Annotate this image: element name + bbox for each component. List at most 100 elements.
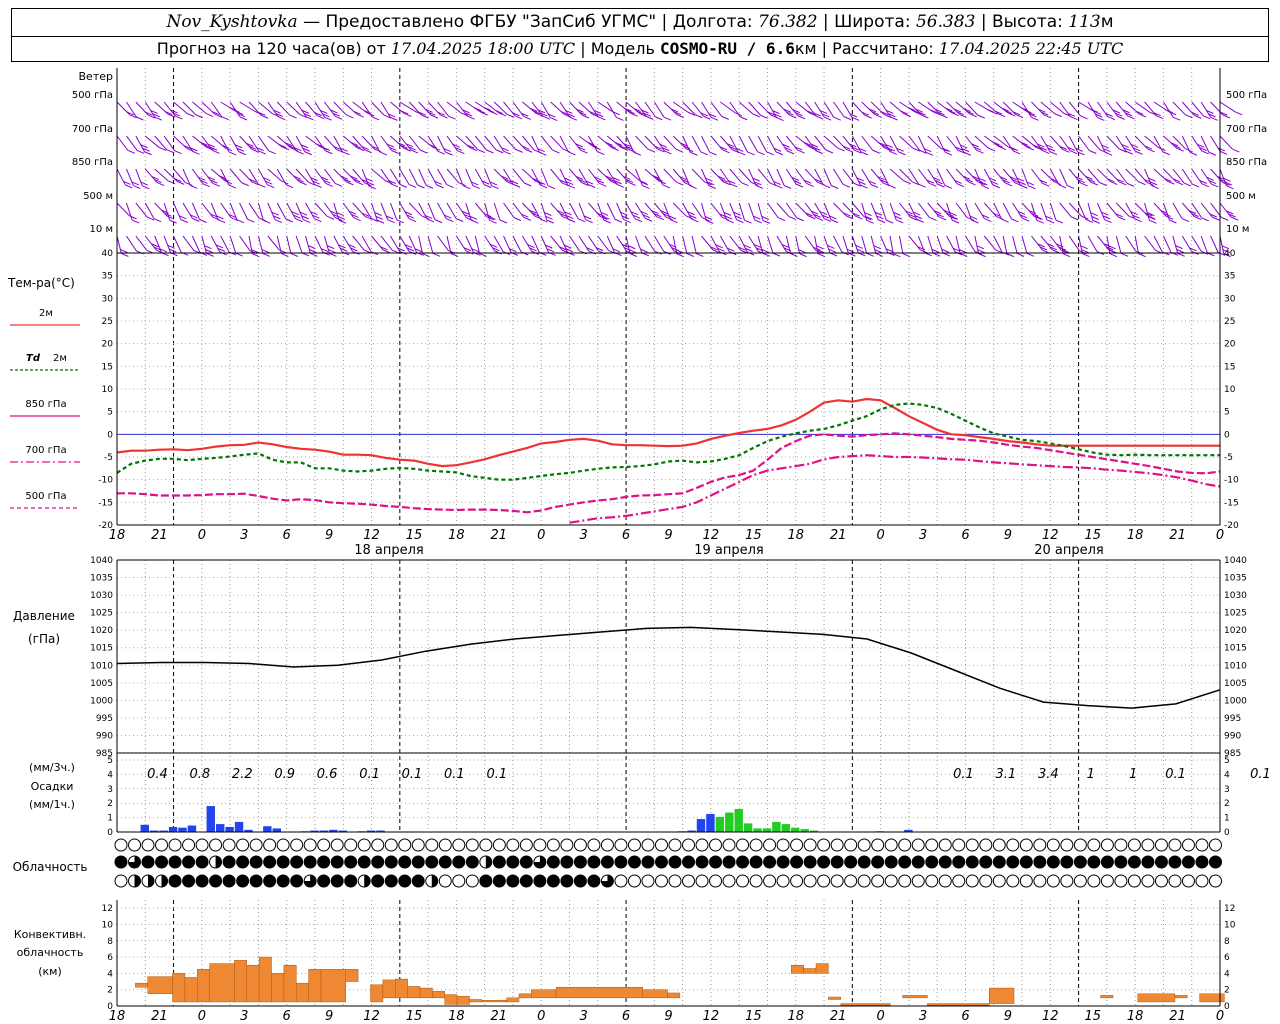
conv-y-tick: 8 <box>107 937 113 947</box>
wind-barb-feather <box>670 219 678 224</box>
wind-barb <box>983 235 997 251</box>
wind-barb <box>729 101 741 118</box>
wind-barb <box>201 202 214 218</box>
prec-y-tick: 4 <box>107 770 113 780</box>
cloud-cover-icon <box>898 855 912 869</box>
cloud-cover-icon <box>709 874 723 888</box>
cloud-cover-icon <box>1208 855 1222 869</box>
wind-barb <box>1191 168 1203 185</box>
temp-y-tick: 10 <box>102 385 114 395</box>
convective-bar <box>840 1003 891 1006</box>
wind-barb <box>521 235 533 252</box>
wind-barb-feather <box>568 151 576 156</box>
convective-bar <box>432 991 446 999</box>
cloud-cover-icon <box>290 874 304 888</box>
wind-barb <box>361 202 372 219</box>
wind-barb <box>135 168 143 186</box>
wind-barb <box>720 101 736 114</box>
temp-y-tick: 35 <box>102 272 113 282</box>
cloud-cover-icon <box>357 838 371 852</box>
cloud-cover-icon <box>803 855 817 869</box>
wind-barb-feather <box>843 116 852 121</box>
convective-bar <box>271 973 285 1003</box>
wind-barb <box>257 168 268 185</box>
precip-bar <box>753 828 762 832</box>
wind-barb-feather <box>329 252 337 257</box>
wind-barb-feather <box>932 252 941 257</box>
cloud-cover-icon <box>952 838 966 852</box>
wind-level-label-right: 500 м <box>1226 191 1256 202</box>
wind-barb-feather <box>262 252 271 257</box>
conv-y-tick-right: 2 <box>1224 986 1230 996</box>
wind-barb <box>578 168 589 185</box>
cloud-cover-icon <box>1168 855 1182 869</box>
cloud-cover-icon <box>695 838 709 852</box>
wind-barb-feather <box>1062 148 1070 153</box>
cloud-cover-icon <box>587 838 601 852</box>
precip-bar <box>781 824 791 832</box>
wind-barb-feather <box>346 181 354 186</box>
wind-barb-feather <box>1208 151 1217 156</box>
wind-barb <box>1144 235 1156 251</box>
hour-tick-label: 0 <box>537 528 545 543</box>
cloud-cover-icon <box>317 874 331 888</box>
wind-barb-feather <box>762 252 771 257</box>
wind-barb <box>305 235 311 254</box>
cloud-cover-icon <box>371 874 385 888</box>
cloud-cover-icon <box>506 874 520 888</box>
wind-barb <box>701 168 710 186</box>
prec-y-tick-right: 1 <box>1224 814 1230 824</box>
wind-barb-feather <box>951 219 960 224</box>
wind-barb-feather <box>1092 219 1100 224</box>
pres-y-tick: 1000 <box>90 696 113 706</box>
wind-barb-feather <box>1104 219 1112 224</box>
wind-barb-feather <box>1062 253 1071 258</box>
cloud-cover-icon <box>600 838 614 852</box>
wind-barb-feather <box>550 117 558 122</box>
wind-barb-feather <box>1036 219 1044 224</box>
wind-barb-feather <box>775 151 784 156</box>
hour-tick-label: 9 <box>1004 528 1012 543</box>
temp-y-tick: -15 <box>98 498 113 508</box>
wind-barb <box>1181 168 1193 185</box>
wind-barb-feather <box>342 151 350 156</box>
wind-barb-feather <box>1172 116 1181 121</box>
wind-barb-feather <box>446 218 454 223</box>
wind-barb-feather <box>1222 114 1231 119</box>
cloud-cover-icon <box>979 855 993 869</box>
wind-barb <box>776 202 790 217</box>
wind-barb <box>512 101 525 117</box>
wind-barb <box>729 135 739 153</box>
temp-y-tick-right: 25 <box>1224 317 1235 327</box>
cloud-cover-icon <box>519 838 533 852</box>
temp-y-tick: 0 <box>107 430 113 440</box>
cloud-cover-icon <box>871 874 885 888</box>
wind-barb-feather <box>642 185 650 190</box>
legend-td: Td <box>26 353 41 364</box>
wind-barb-feather <box>436 184 444 189</box>
wind-barb-feather <box>175 115 183 120</box>
wind-barb <box>380 202 389 220</box>
wind-barb <box>371 168 386 182</box>
wind-barb <box>861 235 868 254</box>
wind-barb-feather <box>1169 219 1177 224</box>
wind-barb <box>635 135 649 150</box>
wind-barb-feather <box>831 185 839 189</box>
cloud-cover-icon <box>1060 838 1074 852</box>
cloud-cover-icon <box>844 855 858 869</box>
cloud-cover-icon <box>627 874 641 888</box>
precip-bar <box>206 806 215 832</box>
prec-y-tick: 0 <box>107 828 113 838</box>
wind-barb <box>606 202 616 220</box>
wind-barb <box>606 101 617 118</box>
convective-bar <box>296 982 309 1003</box>
wind-barb <box>757 135 768 153</box>
cloud-cover-icon <box>1006 874 1020 888</box>
pres-y-tick-right: 1005 <box>1224 679 1247 689</box>
wind-barb-feather <box>1149 219 1157 224</box>
pres-y-tick: 1005 <box>90 679 113 689</box>
temp-y-tick-right: -15 <box>1224 498 1239 508</box>
wind-barb-feather <box>562 148 571 153</box>
wind-barb-feather <box>277 116 286 121</box>
wind-barb-feather <box>886 219 894 224</box>
